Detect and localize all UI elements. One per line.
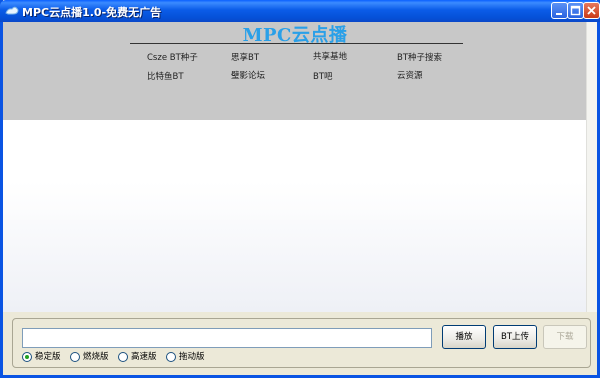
title-bar[interactable]: MPC云点播1.0-免费无广告 — [0, 0, 600, 22]
link-share-base[interactable]: 共享基地 — [313, 50, 347, 62]
maximize-icon — [570, 5, 581, 16]
link-sixiang-bt[interactable]: 思享BT — [231, 51, 259, 63]
bt-upload-button[interactable]: BT上传 — [493, 325, 537, 349]
minimize-icon — [556, 13, 562, 15]
app-icon — [5, 6, 19, 15]
radio-dot-icon — [166, 352, 176, 362]
radio-dot-icon — [22, 352, 32, 362]
radio-dot-icon — [118, 352, 128, 362]
download-button[interactable]: 下载 — [543, 325, 587, 349]
header-divider — [130, 43, 463, 44]
url-input[interactable] — [22, 328, 432, 348]
link-bitfish-bt[interactable]: 比特鱼BT — [147, 70, 184, 82]
link-biying-forum[interactable]: 璧影论坛 — [231, 69, 265, 81]
radio-dot-icon — [70, 352, 80, 362]
play-button[interactable]: 播放 — [442, 325, 486, 349]
window-title: MPC云点播1.0-免费无广告 — [22, 6, 162, 19]
link-bt-bar[interactable]: BT吧 — [313, 70, 333, 82]
close-icon — [587, 6, 596, 15]
main-window: MPC云点播1.0-免费无广告 MPC云点播 Csze BT种子 思享BT 共享… — [0, 0, 600, 378]
close-button[interactable] — [583, 2, 600, 19]
link-csze-bt[interactable]: Csze BT种子 — [147, 51, 198, 63]
link-bt-seed-search[interactable]: BT种子搜索 — [397, 51, 442, 63]
header-banner: MPC云点播 Csze BT种子 思享BT 共享基地 BT种子搜索 比特鱼BT … — [3, 22, 587, 120]
maximize-button[interactable] — [567, 2, 584, 19]
vertical-scrollbar[interactable] — [586, 22, 597, 312]
link-cloud-resource[interactable]: 云资源 — [397, 69, 423, 81]
control-panel: 播放 BT上传 下载 稳定版 燃烧版 高速版 拖动版 — [12, 318, 591, 368]
minimize-button[interactable] — [551, 2, 568, 19]
web-content: MPC云点播 Csze BT种子 思享BT 共享基地 BT种子搜索 比特鱼BT … — [3, 22, 597, 312]
